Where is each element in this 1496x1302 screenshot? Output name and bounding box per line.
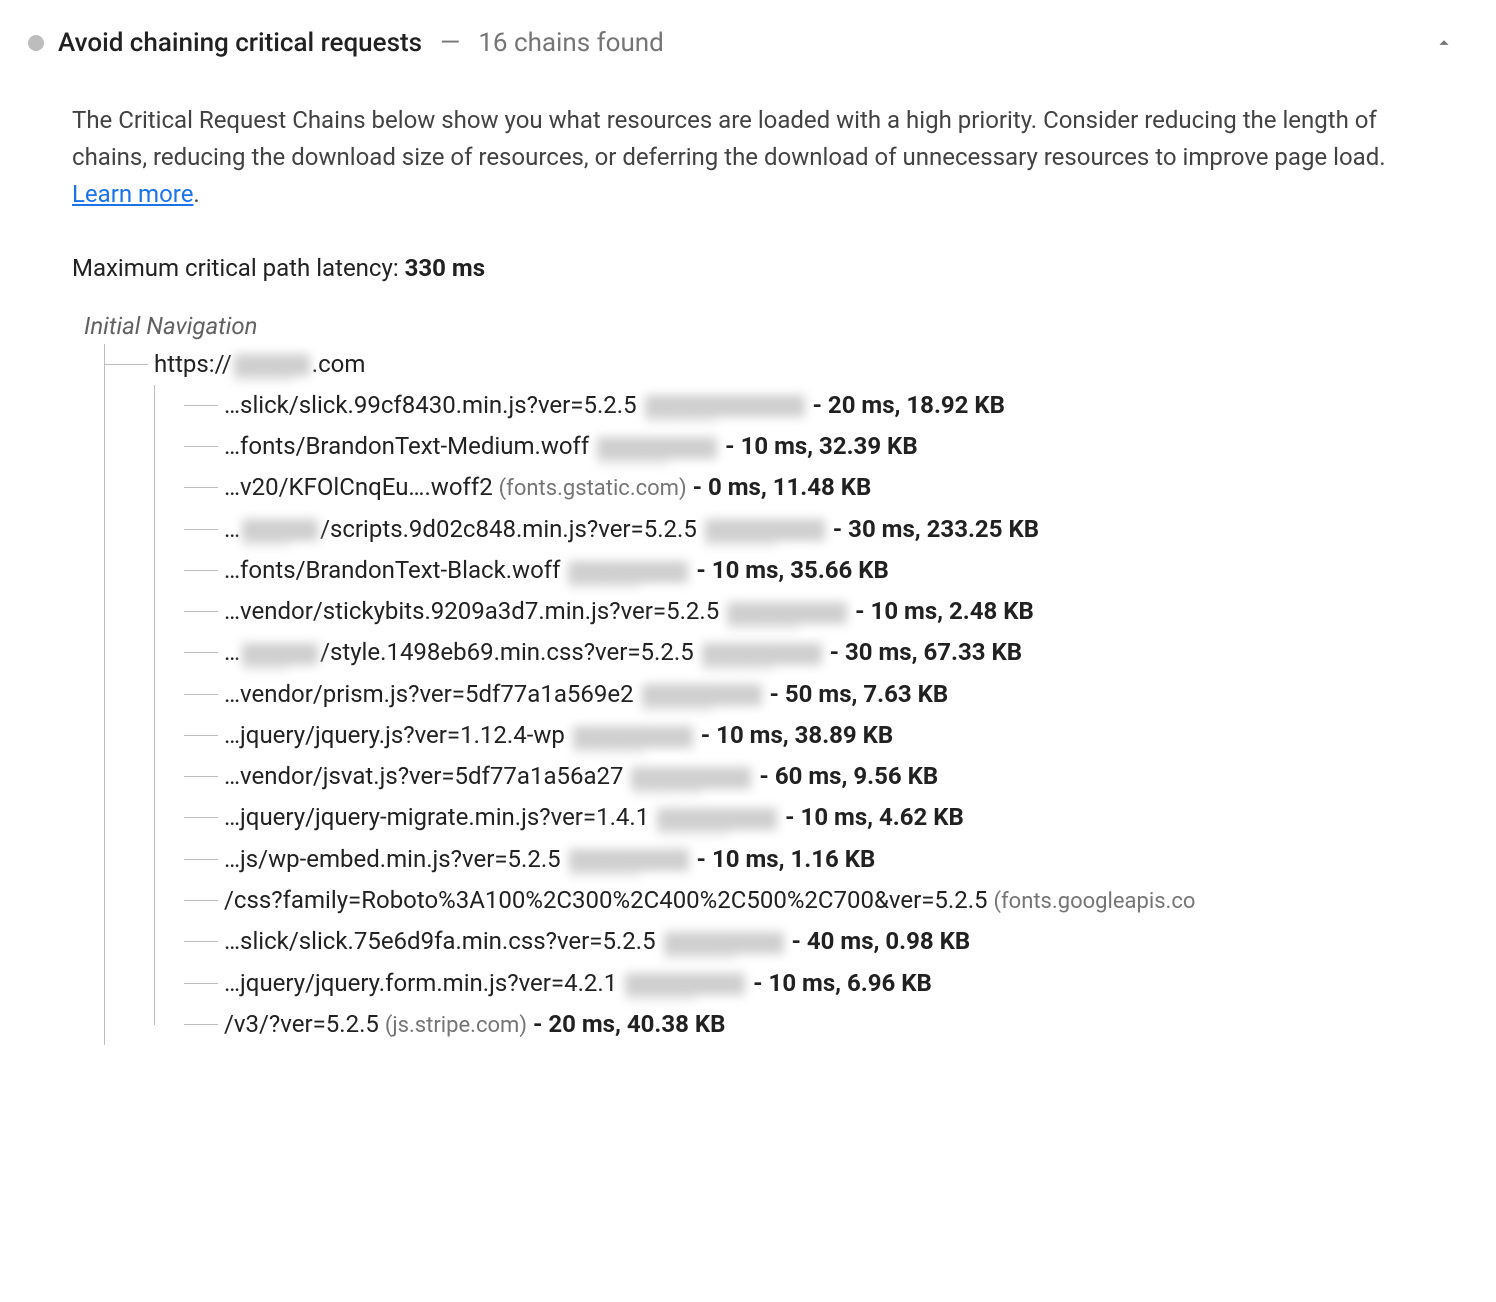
resource-path: /style.1498eb69.min.css?ver=5.2.5 — [320, 638, 694, 666]
resource-path: /css?family=Roboto%3A100%2C300%2C400%2C5… — [224, 886, 988, 914]
root-url-suffix: .com — [312, 350, 366, 378]
tree-item: …jquery/jquery-migrate.min.js?ver=1.4.1 … — [184, 797, 1450, 838]
resource-path: …jquery/jquery.js?ver=1.12.4-wp — [224, 721, 565, 749]
learn-more-link[interactable]: Learn more — [72, 180, 193, 208]
resource-path: …vendor/jsvat.js?ver=5df77a1a56a27 — [224, 762, 624, 790]
tree-item: …js/wp-embed.min.js?ver=5.2.5 xxxxxx - 1… — [184, 839, 1450, 880]
redacted-host: xxxxxx — [702, 643, 822, 665]
dash-separator: — — [440, 28, 460, 58]
redacted-segment: xxxx — [242, 519, 318, 541]
resource-host: (fonts.gstatic.com) — [499, 476, 687, 501]
resource-path: …fonts/BrandonText-Medium.woff — [224, 432, 589, 460]
status-dot-icon — [28, 35, 44, 51]
resource-metrics: - 20 ms, 18.92 KB — [813, 391, 1006, 419]
tree-item: …v20/KFOlCnqEu….woff2 (fonts.gstatic.com… — [184, 467, 1450, 508]
initial-navigation-label: Initial Navigation — [84, 312, 1450, 340]
resource-metrics: - 10 ms, 32.39 KB — [725, 432, 918, 460]
tree-item: …vendor/prism.js?ver=5df77a1a569e2 xxxxx… — [184, 674, 1450, 715]
tree-item: …jquery/jquery.js?ver=1.12.4-wp xxxxxx -… — [184, 715, 1450, 756]
resource-host: (fonts.googleapis.co — [993, 889, 1195, 914]
resource-metrics: - 10 ms, 1.16 KB — [697, 845, 876, 873]
latency-label: Maximum critical path latency: — [72, 254, 405, 282]
tree-item: /css?family=Roboto%3A100%2C300%2C400%2C5… — [184, 880, 1450, 921]
resource-metrics: - 30 ms, 67.33 KB — [830, 638, 1023, 666]
description-text: The Critical Request Chains below show y… — [72, 106, 1386, 171]
redacted-host: xxxxxx — [573, 726, 693, 748]
resource-path: /v3/?ver=5.2.5 — [224, 1010, 379, 1038]
audit-header[interactable]: Avoid chaining critical requests — 16 ch… — [20, 18, 1476, 68]
resource-host: (js.stripe.com) — [385, 1013, 527, 1038]
redacted-host: xxxxxx — [664, 932, 784, 954]
redacted-host: xxxxxx — [568, 561, 688, 583]
resource-path: …v20/KFOlCnqEu….woff2 — [224, 473, 493, 501]
tree-item: …xxxx/scripts.9d02c848.min.js?ver=5.2.5 … — [184, 509, 1450, 550]
description-period: . — [193, 180, 199, 208]
redacted-domain: xxxxx — [234, 354, 310, 376]
redacted-host: xxxxxx — [657, 808, 777, 830]
latency-value: 330 ms — [405, 254, 485, 282]
tree-item: /v3/?ver=5.2.5 (js.stripe.com) - 20 ms, … — [184, 1004, 1450, 1045]
collapse-toggle[interactable] — [1430, 29, 1458, 57]
resource-metrics: - 10 ms, 6.96 KB — [753, 969, 932, 997]
tree-item: …slick/slick.75e6d9fa.min.css?ver=5.2.5 … — [184, 921, 1450, 962]
redacted-host: xxxxxx — [727, 602, 847, 624]
redacted-host: xxxxxx — [625, 973, 745, 995]
tree-item: …slick/slick.99cf8430.min.js?ver=5.2.5 x… — [184, 385, 1450, 426]
resource-path: …slick/slick.75e6d9fa.min.css?ver=5.2.5 — [224, 927, 656, 955]
resource-metrics: - 30 ms, 233.25 KB — [833, 515, 1039, 543]
redacted-host: xxxxxx — [645, 395, 805, 417]
tree-children: …slick/slick.99cf8430.min.js?ver=5.2.5 x… — [154, 385, 1450, 1045]
chains-found-count: 16 chains found — [478, 28, 664, 58]
audit-title: Avoid chaining critical requests — [58, 28, 422, 58]
resource-path: /scripts.9d02c848.min.js?ver=5.2.5 — [320, 515, 697, 543]
resource-path: …vendor/prism.js?ver=5df77a1a569e2 — [224, 680, 634, 708]
tree-root-node: https://xxxxx.com …slick/slick.99cf8430.… — [84, 344, 1450, 1046]
resource-path-prefix: … — [224, 515, 240, 543]
redacted-host: xxxxxx — [597, 437, 717, 459]
redacted-host: xxxxxx — [642, 684, 762, 706]
resource-path: …fonts/BrandonText-Black.woff — [224, 556, 560, 584]
resource-metrics: - 50 ms, 7.63 KB — [769, 680, 948, 708]
resource-path: …vendor/stickybits.9209a3d7.min.js?ver=5… — [224, 597, 719, 625]
resource-path: …jquery/jquery-migrate.min.js?ver=1.4.1 — [224, 803, 649, 831]
resource-metrics: - 60 ms, 9.56 KB — [759, 762, 938, 790]
tree-item: …jquery/jquery.form.min.js?ver=4.2.1 xxx… — [184, 963, 1450, 1004]
resource-metrics: - 10 ms, 4.62 KB — [785, 803, 964, 831]
resource-metrics: - 20 ms, 40.38 KB — [533, 1010, 726, 1038]
crc-tree: Initial Navigation https://xxxxx.com …sl… — [72, 312, 1450, 1046]
redacted-host: xxxxxx — [631, 767, 751, 789]
audit-body: The Critical Request Chains below show y… — [20, 68, 1476, 1045]
resource-metrics: - 0 ms, 11.48 KB — [693, 473, 872, 501]
redacted-host: xxxxxx — [569, 849, 689, 871]
resource-path: …jquery/jquery.form.min.js?ver=4.2.1 — [224, 969, 617, 997]
root-url: https://xxxxx.com — [154, 350, 365, 378]
max-critical-path-latency: Maximum critical path latency: 330 ms — [72, 254, 1450, 282]
redacted-segment: xxxx — [242, 643, 318, 665]
root-url-prefix: https:// — [154, 350, 232, 378]
tree-item: …vendor/jsvat.js?ver=5df77a1a56a27 xxxxx… — [184, 756, 1450, 797]
tree-item: …vendor/stickybits.9209a3d7.min.js?ver=5… — [184, 591, 1450, 632]
resource-path: …slick/slick.99cf8430.min.js?ver=5.2.5 — [224, 391, 637, 419]
resource-metrics: - 10 ms, 2.48 KB — [855, 597, 1034, 625]
resource-metrics: - 10 ms, 35.66 KB — [696, 556, 889, 584]
resource-metrics: - 10 ms, 38.89 KB — [701, 721, 894, 749]
audit-item: Avoid chaining critical requests — 16 ch… — [0, 18, 1496, 1045]
redacted-host: xxxxxx — [705, 519, 825, 541]
tree-item: …xxxx/style.1498eb69.min.css?ver=5.2.5 x… — [184, 632, 1450, 673]
chevron-up-icon — [1433, 32, 1455, 54]
resource-path: …js/wp-embed.min.js?ver=5.2.5 — [224, 845, 561, 873]
resource-metrics: - 40 ms, 0.98 KB — [791, 927, 970, 955]
tree-item: …fonts/BrandonText-Medium.woff xxxxxx - … — [184, 426, 1450, 467]
resource-path-prefix: … — [224, 638, 240, 666]
audit-description: The Critical Request Chains below show y… — [72, 102, 1392, 214]
tree-item: …fonts/BrandonText-Black.woff xxxxxx - 1… — [184, 550, 1450, 591]
